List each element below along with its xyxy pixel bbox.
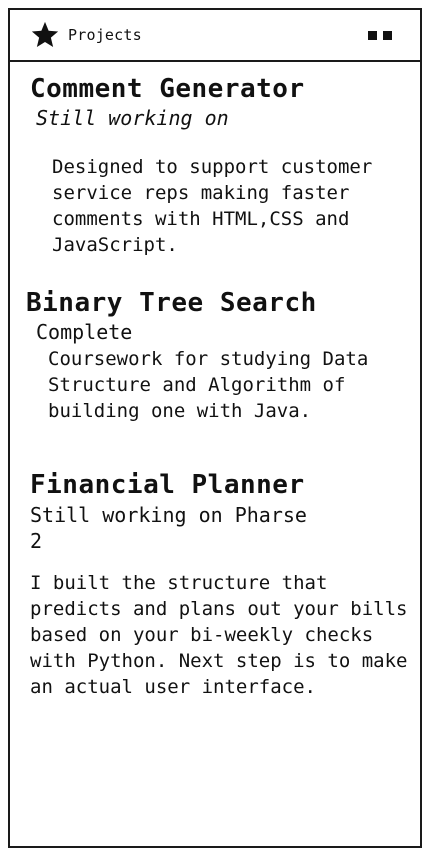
- project-description: Designed to support customer service rep…: [52, 156, 373, 256]
- project-status: Complete: [36, 320, 133, 344]
- close-button[interactable]: [383, 30, 392, 40]
- projects-window: Projects Comment Generator Still working…: [8, 8, 422, 848]
- window-title: Projects: [68, 26, 142, 44]
- window-titlebar[interactable]: Projects: [10, 10, 420, 62]
- project-title: Comment Generator: [30, 74, 305, 104]
- project-title: Financial Planner: [30, 470, 305, 500]
- minimize-button[interactable]: [368, 30, 377, 40]
- project-description: Coursework for studying Data Structure a…: [48, 348, 369, 422]
- project-description: I built the structure that predicts and …: [30, 572, 408, 698]
- project-status: Still working on Pharse 2: [30, 503, 307, 553]
- star-icon: [30, 20, 60, 50]
- project-title: Binary Tree Search: [26, 288, 317, 318]
- project-status: Still working on: [36, 106, 229, 130]
- projects-list: Comment Generator Still working on Desig…: [10, 62, 420, 698]
- window-controls: [368, 30, 392, 40]
